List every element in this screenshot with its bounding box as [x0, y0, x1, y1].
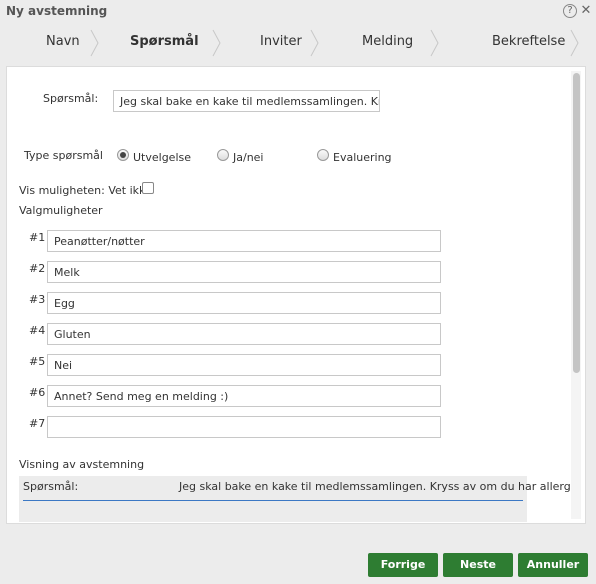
- choice-number: #2: [29, 262, 46, 275]
- dont-know-label: Vis muligheten: Vet ikke: [19, 184, 152, 197]
- close-icon[interactable]: ✕: [579, 4, 593, 18]
- choice-number: #4: [29, 324, 46, 337]
- next-button[interactable]: Neste: [443, 553, 513, 577]
- choice-number: #5: [29, 355, 46, 368]
- choice-input[interactable]: Melk: [47, 261, 441, 283]
- poll-dialog: Ny avstemning ? ✕ Navn Spørsmål Inviter …: [0, 0, 596, 584]
- choice-input[interactable]: Nei: [47, 354, 441, 376]
- dont-know-checkbox[interactable]: [142, 182, 154, 194]
- step-inviter[interactable]: Inviter: [260, 34, 302, 49]
- preview-divider: [23, 500, 523, 501]
- step-navn[interactable]: Navn: [46, 34, 80, 49]
- question-panel: Spørsmål: Jeg skal bake en kake til medl…: [6, 66, 586, 524]
- previous-button[interactable]: Forrige: [368, 553, 438, 577]
- poll-preview: Spørsmål: Jeg skal bake en kake til medl…: [19, 476, 578, 522]
- choice-number: #3: [29, 293, 46, 306]
- chevron-right-icon: [570, 29, 579, 57]
- choice-input[interactable]: Annet? Send meg en melding :): [47, 385, 441, 407]
- radio-evaluering-label: Evaluering: [333, 151, 392, 164]
- step-sporsmal[interactable]: Spørsmål: [130, 34, 199, 49]
- radio-ja-nei[interactable]: [217, 149, 229, 161]
- scrollbar-thumb[interactable]: [573, 73, 580, 373]
- radio-ja-nei-label: Ja/nei: [233, 151, 264, 164]
- preview-question-label: Spørsmål:: [23, 480, 79, 493]
- question-label: Spørsmål:: [43, 92, 99, 105]
- chevron-right-icon: [430, 29, 439, 57]
- choices-heading: Valgmuligheter: [19, 204, 103, 217]
- radio-utvelgelse-label: Utvelgelse: [133, 151, 192, 164]
- wizard-steps: Navn Spørsmål Inviter Melding Bekreftels…: [0, 24, 596, 62]
- title-bar: Ny avstemning ? ✕: [0, 0, 596, 24]
- radio-utvelgelse[interactable]: [117, 149, 129, 161]
- window-title: Ny avstemning: [6, 4, 108, 18]
- chevron-right-icon: [212, 29, 221, 57]
- choice-input[interactable]: [47, 416, 441, 438]
- chevron-right-icon: [310, 29, 319, 57]
- preview-question-text: Jeg skal bake en kake til medlemssamling…: [179, 480, 579, 493]
- choice-input[interactable]: Egg: [47, 292, 441, 314]
- choice-number: #6: [29, 386, 46, 399]
- step-bekreftelse[interactable]: Bekreftelse: [492, 34, 565, 49]
- choice-input[interactable]: Peanøtter/nøtter: [47, 230, 441, 252]
- choice-number: #7: [29, 417, 46, 430]
- choice-input[interactable]: Gluten: [47, 323, 441, 345]
- step-melding[interactable]: Melding: [362, 34, 413, 49]
- radio-evaluering[interactable]: [317, 149, 329, 161]
- chevron-right-icon: [90, 29, 99, 57]
- help-icon[interactable]: ?: [563, 4, 577, 18]
- question-input[interactable]: Jeg skal bake en kake til medlemssamling…: [113, 90, 380, 112]
- preview-heading: Visning av avstemning: [19, 458, 145, 471]
- cancel-button[interactable]: Annuller: [518, 553, 588, 577]
- question-type-label: Type spørsmål: [24, 149, 103, 162]
- choice-number: #1: [29, 231, 46, 244]
